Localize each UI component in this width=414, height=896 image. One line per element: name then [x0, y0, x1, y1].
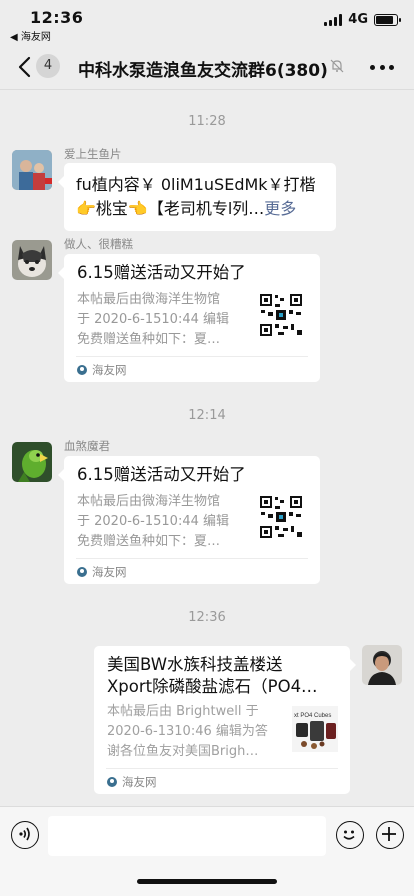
timestamp: 12:36: [188, 610, 226, 625]
site-logo-icon: [107, 777, 117, 787]
text-message-bubble[interactable]: fu植内容￥ 0liM1uSEdMk￥打楷 👉桃宝👈【老司机专l列…更多: [58, 163, 336, 231]
svg-text:xt PO4 Cubes: xt PO4 Cubes: [294, 713, 331, 719]
card-title: 6.15赠送活动又开始了: [77, 263, 246, 282]
back-chevron-icon[interactable]: [14, 54, 38, 80]
card-title: 美国BW水族科技盖楼送 Xport除磷酸盐滤石（PO4…: [107, 655, 318, 696]
dog-avatar-icon: [12, 240, 52, 280]
site-logo-icon: [77, 567, 87, 577]
avatar-photo-icon: [12, 150, 52, 190]
qr-code-thumbnail: [258, 292, 304, 338]
timestamp: 12:14: [188, 408, 226, 423]
card-source: 海友网: [107, 774, 157, 790]
plus-icon[interactable]: [376, 821, 404, 849]
card-source: 海友网: [77, 564, 127, 580]
parrot-avatar-icon: [12, 442, 52, 482]
avatar[interactable]: [12, 240, 52, 280]
avatar[interactable]: [12, 150, 52, 190]
product-thumbnail: xt PO4 Cubes: [292, 706, 338, 752]
more-link[interactable]: 更多: [264, 199, 296, 218]
site-logo-icon: [77, 365, 87, 375]
card-title: 6.15赠送活动又开始了: [77, 465, 246, 484]
sender-name: 爱上生鱼片: [64, 147, 122, 161]
card-description: 本帖最后由 Brightwell 于 2020-6-1310:46 编辑为答 谢…: [107, 704, 268, 759]
my-avatar[interactable]: [362, 645, 402, 685]
link-card[interactable]: 美国BW水族科技盖楼送 Xport除磷酸盐滤石（PO4… 本帖最后由 Brigh…: [94, 646, 356, 794]
person-avatar-icon: [362, 645, 402, 685]
more-icon[interactable]: [370, 58, 394, 76]
voice-icon[interactable]: [11, 821, 39, 849]
unread-count-badge[interactable]: 4: [36, 54, 60, 78]
message-input[interactable]: [48, 816, 326, 856]
network-label: 4G: [348, 12, 368, 27]
chat-nav-bar: 4 中科水泵造浪鱼友交流群6(380): [0, 44, 414, 90]
avatar[interactable]: [12, 442, 52, 482]
emoji-icon[interactable]: [336, 821, 364, 849]
status-time: 12:36: [30, 8, 84, 27]
status-bar: 12:36 ◀ 海友网 4G: [0, 0, 414, 44]
sender-name: 做人、很糟糕: [64, 237, 133, 251]
link-card[interactable]: 6.15赠送活动又开始了 本帖最后由微海洋生物馆 于 2020-6-1510:4…: [58, 456, 320, 584]
signal-icon: [324, 13, 343, 26]
sender-name: 血煞魔君: [64, 439, 110, 453]
battery-icon: [374, 13, 401, 26]
link-card[interactable]: 6.15赠送活动又开始了 本帖最后由微海洋生物馆 于 2020-6-1510:4…: [58, 254, 320, 382]
back-to-app-link[interactable]: ◀ 海友网: [10, 28, 51, 43]
message-line: fu植内容￥ 0liM1uSEdMk￥打楷: [76, 175, 316, 194]
qr-code-thumbnail: [258, 494, 304, 540]
timestamp: 11:28: [188, 114, 226, 129]
card-description: 本帖最后由微海洋生物馆 于 2020-6-1510:44 编辑 免费赠送鱼种如下…: [77, 494, 230, 549]
home-indicator[interactable]: [137, 879, 277, 884]
card-description: 本帖最后由微海洋生物馆 于 2020-6-1510:44 编辑 免费赠送鱼种如下…: [77, 292, 230, 347]
mute-icon: [330, 59, 344, 73]
message-line: 👉桃宝👈【老司机专l列…: [76, 199, 265, 218]
card-source: 海友网: [77, 362, 127, 378]
chat-title: 中科水泵造浪鱼友交流群6(380): [78, 61, 328, 81]
